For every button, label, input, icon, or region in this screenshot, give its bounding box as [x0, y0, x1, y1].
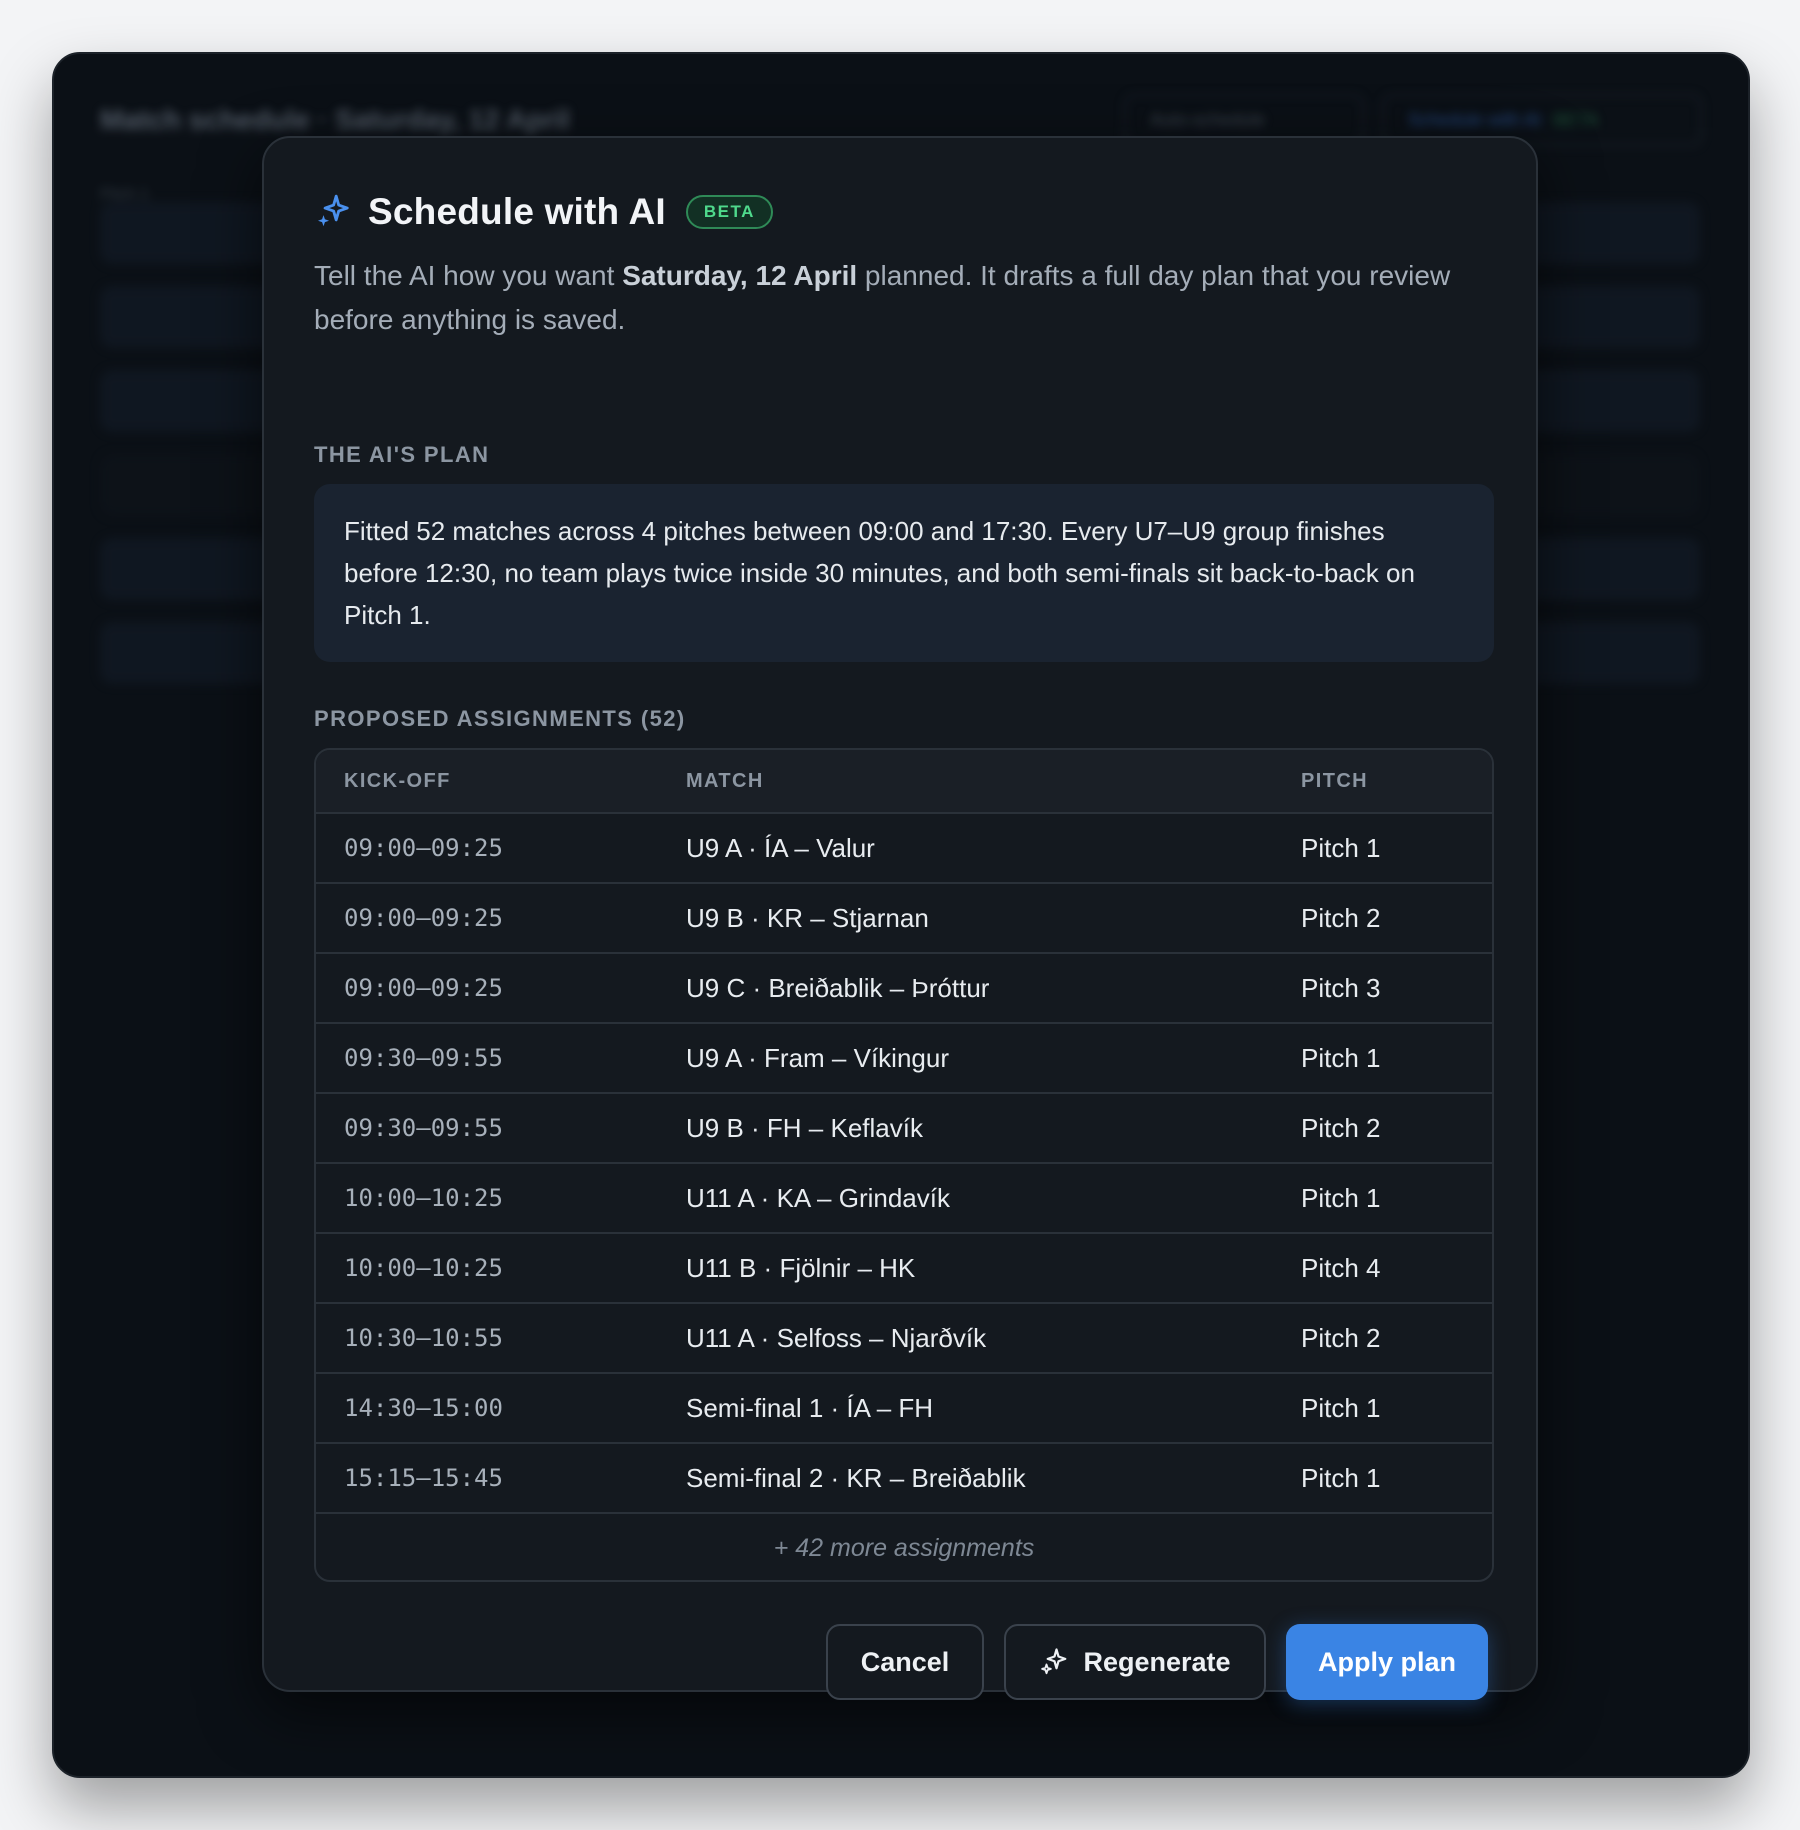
app-window: Match schedule · Saturday, 12 April Auto…	[52, 52, 1750, 1778]
match-cell: Semi-final 2 · KR – Breiðablik	[686, 1462, 1026, 1493]
beta-badge: BETA	[685, 195, 773, 229]
table-row: 14:30–15:00 Semi-final 1 · ÍA – FH Pitch 1	[316, 1374, 1492, 1444]
plan-section-label: THE AI'S PLAN	[314, 442, 490, 467]
kickoff-cell: 09:00–09:25	[344, 974, 503, 1002]
sparkle-icon	[1041, 1648, 1067, 1675]
cancel-button[interactable]: Cancel	[826, 1624, 984, 1700]
assignments-section-label: PROPOSED ASSIGNMENTS (52)	[314, 706, 686, 731]
dialog-intro: Tell the AI how you want Saturday, 12 Ap…	[314, 254, 1494, 342]
kickoff-cell: 10:00–10:25	[344, 1254, 503, 1282]
table-row: 10:00–10:25 U11 A · KA – Grindavík Pitch 1	[316, 1164, 1492, 1234]
pitch-cell: Pitch 1	[1301, 1182, 1381, 1213]
table-row: 09:00–09:25 U9 C · Breiðablik – Þróttur Pi…	[316, 954, 1492, 1024]
match-column-header: MATCH	[686, 769, 764, 792]
dialog-header: Schedule with AI BETA	[314, 188, 773, 236]
table-row: 09:30–09:55 U9 B · FH – Keflavík Pitch 2	[316, 1094, 1492, 1164]
dialog-title: Schedule with AI	[368, 191, 666, 232]
match-cell: U9 B · KR – Stjarnan	[686, 902, 929, 933]
pitch-cell: Pitch 1	[1301, 1392, 1381, 1423]
schedule-with-ai-label: Schedule with AI	[1408, 109, 1542, 130]
match-cell: U11 A · KA – Grindavík	[686, 1182, 950, 1213]
match-cell: U9 C · Breiðablik – Þróttur	[686, 972, 990, 1003]
pitch-cell: Pitch 2	[1301, 1112, 1381, 1143]
regenerate-label: Regenerate	[1083, 1646, 1231, 1677]
table-row: 15:15–15:45 Semi-final 2 · KR – Breiðabli…	[316, 1444, 1492, 1514]
kickoff-cell: 09:00–09:25	[344, 834, 503, 862]
pitch-cell: Pitch 3	[1301, 972, 1381, 1003]
intro-prefix: Tell the AI how you want	[314, 260, 623, 291]
pitch-cell: Pitch 2	[1301, 902, 1381, 933]
background-page-title: Match schedule · Saturday, 12 April	[100, 104, 570, 135]
background-beta-badge: BETA	[1553, 109, 1599, 130]
kickoff-cell: 10:00–10:25	[344, 1184, 503, 1212]
pitch-cell: Pitch 1	[1301, 1462, 1381, 1493]
match-cell: U11 B · Fjölnir – HK	[686, 1252, 916, 1283]
dialog-footer: Cancel Regenerate Apply plan	[826, 1624, 1488, 1700]
regenerate-button[interactable]: Regenerate	[1004, 1624, 1266, 1700]
table-row: 09:30–09:55 U9 A · Fram – Víkingur Pitch 1	[316, 1024, 1492, 1094]
match-cell: U9 B · FH – Keflavík	[686, 1112, 923, 1143]
kickoff-column-header: KICK-OFF	[344, 769, 451, 792]
match-cell: U9 A · Fram – Víkingur	[686, 1042, 949, 1073]
kickoff-cell: 15:15–15:45	[344, 1464, 503, 1492]
pitch-cell: Pitch 4	[1301, 1252, 1381, 1283]
match-cell: U9 A · ÍA – Valur	[686, 832, 875, 863]
table-row: 09:00–09:25 U9 A · ÍA – Valur Pitch 1	[316, 814, 1492, 884]
pitch-cell: Pitch 1	[1301, 832, 1381, 863]
kickoff-cell: 10:30–10:55	[344, 1324, 503, 1352]
table-row: 10:00–10:25 U11 B · Fjölnir – HK Pitch 4	[316, 1234, 1492, 1304]
pitch-cell: Pitch 2	[1301, 1322, 1381, 1353]
kickoff-cell: 09:30–09:55	[344, 1044, 503, 1072]
assignments-table: KICK-OFF MATCH PITCH 09:00–09:25 U9 A · Í…	[314, 748, 1494, 1582]
table-row: 09:00–09:25 U9 B · KR – Stjarnan Pitch 2	[316, 884, 1492, 954]
kickoff-cell: 14:30–15:00	[344, 1394, 503, 1422]
table-row: 10:30–10:55 U11 A · Selfoss – Njarðvík Pit…	[316, 1304, 1492, 1374]
table-header: KICK-OFF MATCH PITCH	[316, 750, 1492, 814]
pitch-column-header: PITCH	[1301, 769, 1368, 792]
sparkle-icon	[317, 194, 349, 227]
kickoff-cell: 09:30–09:55	[344, 1114, 503, 1142]
schedule-ai-dialog: Schedule with AI BETA Tell the AI how yo…	[262, 136, 1538, 1700]
pitch-cell: Pitch 1	[1301, 1042, 1381, 1073]
match-cell: Semi-final 1 · ÍA – FH	[686, 1392, 934, 1423]
plan-summary: Fitted 52 matches across 4 pitches betwe…	[314, 484, 1494, 662]
more-assignments: + 42 more assignments	[773, 1533, 1035, 1562]
match-cell: U11 A · Selfoss – Njarðvík	[686, 1322, 987, 1353]
intro-date: Saturday, 12 April	[622, 260, 858, 291]
kickoff-cell: 09:00–09:25	[344, 904, 503, 932]
apply-plan-button[interactable]: Apply plan	[1286, 1624, 1488, 1700]
table-body: 09:00–09:25 U9 A · ÍA – Valur Pitch 1 09:00…	[316, 814, 1492, 1514]
